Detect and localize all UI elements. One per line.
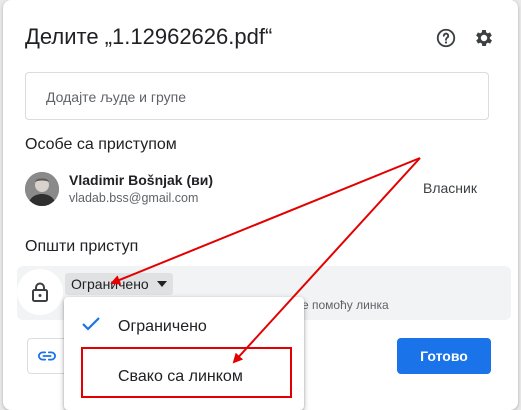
caret-down-icon [156, 281, 167, 287]
people-with-access-heading: Особе са приступом [25, 136, 177, 153]
add-people-field[interactable] [25, 72, 489, 120]
general-access-heading: Општи приступ [25, 238, 139, 255]
person-role: Власник [423, 180, 477, 196]
access-level-dropdown[interactable]: Ограничено [65, 273, 173, 295]
link-icon [38, 351, 56, 361]
person-name: Vladimir Bošnjak (ви) [69, 172, 214, 188]
help-circle-icon[interactable] [434, 26, 458, 50]
copy-link-button[interactable] [27, 338, 67, 374]
checkmark-icon [82, 317, 100, 336]
gear-icon[interactable] [472, 26, 496, 50]
done-button[interactable]: Готово [397, 338, 491, 374]
add-people-input[interactable] [46, 87, 466, 107]
menu-item-label: Ограничено [118, 318, 207, 335]
menu-item-label: Свако са линком [118, 368, 243, 385]
menu-item-anyone-with-link[interactable]: Свако са линком [64, 355, 304, 399]
lock-icon [17, 269, 63, 315]
access-description: е помоћу линка [302, 298, 389, 312]
access-level-menu: Ограничено Свако са линком [64, 297, 304, 410]
access-level-label: Ограничено [71, 276, 149, 292]
avatar [25, 172, 59, 206]
dialog-title: Делите „1.12962626.pdf“ [25, 24, 273, 49]
person-email: vladab.bss@gmail.com [69, 191, 199, 205]
menu-item-restricted[interactable]: Ограничено [64, 305, 304, 349]
